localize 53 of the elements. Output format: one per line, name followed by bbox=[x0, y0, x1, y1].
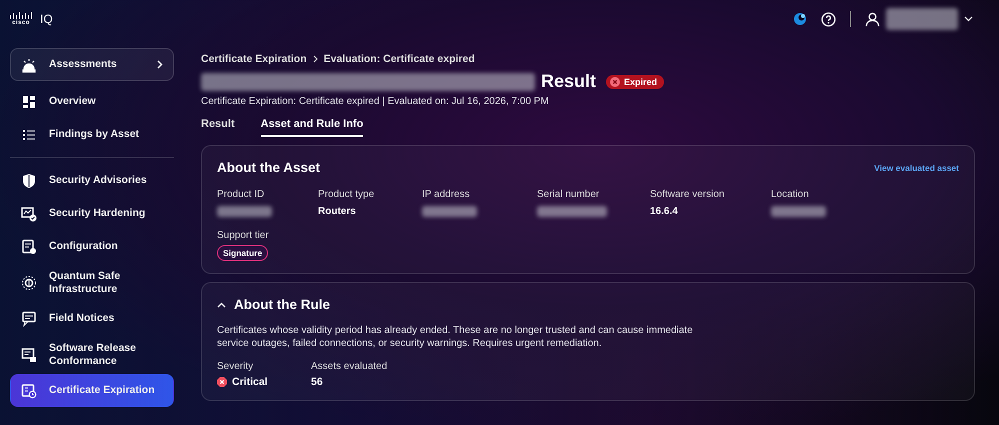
field-label: Serial number bbox=[537, 189, 600, 200]
chevron-right-icon bbox=[312, 55, 318, 63]
field-value: 56 bbox=[311, 376, 323, 388]
document-gear-icon bbox=[21, 238, 37, 254]
chevron-down-icon[interactable] bbox=[964, 16, 973, 22]
tier-tag: Signature bbox=[217, 245, 268, 261]
sidebar-item[interactable]: Field Notices bbox=[10, 302, 174, 335]
rule-description: Certificates whose validity period has already ended. These are no longer trusted and can cause immediate service outages, failed connections, or security warnings. Requires urgent remediation. bbox=[217, 324, 694, 350]
view-asset-link[interactable]: View evaluated asset bbox=[874, 162, 959, 172]
sidebar-item[interactable]: Overview bbox=[10, 85, 174, 118]
bell-icon bbox=[21, 56, 37, 72]
field-label: Location bbox=[771, 189, 810, 200]
chevron-right-icon bbox=[157, 60, 163, 69]
field-value: Routers bbox=[318, 206, 356, 217]
field-label: Product type bbox=[318, 189, 376, 200]
certificate-clock-icon bbox=[21, 382, 37, 398]
monitor-box-icon bbox=[21, 346, 37, 362]
critical-icon bbox=[217, 377, 227, 387]
sidebar-item[interactable]: Software Release Conformance bbox=[10, 335, 174, 374]
user-icon[interactable] bbox=[865, 12, 880, 26]
breadcrumb-link[interactable]: Certificate Expiration bbox=[201, 53, 307, 65]
globe-icon bbox=[21, 274, 37, 290]
message-icon bbox=[21, 310, 37, 326]
nav-group-button[interactable]: Assessments bbox=[10, 48, 174, 81]
sidebar-item[interactable]: Findings by Asset bbox=[10, 118, 174, 151]
status-badge: Expired bbox=[606, 74, 664, 88]
field-label: Severity bbox=[217, 361, 254, 372]
sidebar-item[interactable]: Security Advisories bbox=[10, 164, 174, 197]
breadcrumb-current: Evaluation: Certificate expired bbox=[324, 53, 475, 65]
card-title: About the Asset bbox=[217, 160, 320, 175]
page-title: Result bbox=[541, 71, 596, 92]
sidebar-item[interactable]: Quantum Safe Infrastructure bbox=[10, 263, 174, 302]
sidebar-item[interactable]: Certificate Expiration bbox=[10, 374, 174, 407]
card-title: About the Rule bbox=[234, 297, 330, 312]
help-icon[interactable] bbox=[821, 12, 836, 26]
dashboard-icon bbox=[21, 94, 37, 110]
subtitle: Certificate Expiration: Certificate expired | Evaluated on: Jul 16, 2026, 7:00 PM bbox=[201, 96, 550, 107]
sidebar-item[interactable]: Configuration bbox=[10, 230, 174, 263]
assistant-icon[interactable] bbox=[793, 12, 807, 26]
field-label: Assets evaluated bbox=[311, 361, 388, 372]
tab[interactable]: Result bbox=[201, 118, 235, 137]
field-label: Software version bbox=[650, 189, 726, 200]
field-label: Product ID bbox=[217, 189, 266, 200]
product-name: IQ bbox=[40, 12, 53, 26]
field-label: Support tier bbox=[217, 230, 270, 241]
chevron-up-icon[interactable] bbox=[217, 302, 226, 308]
field-label: IP address bbox=[422, 189, 471, 200]
tab[interactable]: Asset and Rule Info bbox=[260, 118, 364, 137]
field-value: 16.6.4 bbox=[650, 206, 678, 217]
field-value: Critical bbox=[232, 376, 268, 388]
sidebar-item[interactable]: Security Hardening bbox=[10, 197, 174, 230]
monitor-check-icon bbox=[21, 206, 37, 222]
shield-icon bbox=[21, 172, 37, 188]
